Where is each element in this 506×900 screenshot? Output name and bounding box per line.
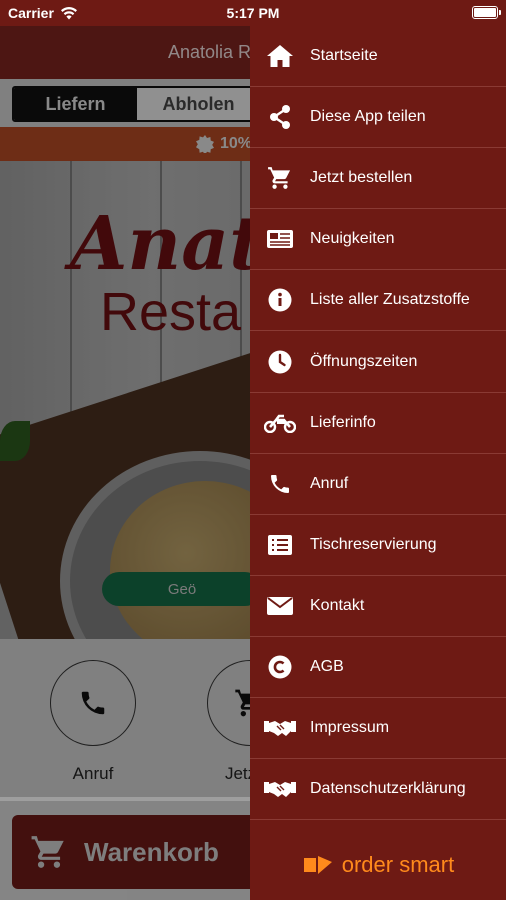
list-icon: [268, 534, 292, 555]
order-smart-text: order smart: [341, 852, 455, 877]
menu-item-order-now[interactable]: Jetzt bestellen: [250, 148, 506, 210]
home-icon: [267, 45, 293, 68]
clock: 5:17 PM: [226, 5, 280, 21]
copyright-icon: [268, 655, 292, 679]
status-bar: Carrier 5:17 PM: [0, 0, 506, 26]
menu-item-label: Diese App teilen: [310, 108, 426, 126]
menu-item-privacy[interactable]: Datenschutzerklärung: [250, 759, 506, 821]
news-icon: [267, 230, 293, 249]
menu-item-share[interactable]: Diese App teilen: [250, 87, 506, 149]
side-drawer: Startseite Diese App teilen Jetzt bestel…: [250, 26, 506, 900]
menu-item-label: Datenschutzerklärung: [310, 780, 466, 798]
motorbike-icon: [264, 414, 296, 433]
menu-item-label: Startseite: [310, 47, 378, 65]
menu-item-home[interactable]: Startseite: [250, 26, 506, 88]
menu-item-imprint[interactable]: Impressum: [250, 698, 506, 760]
menu-item-contact[interactable]: Kontakt: [250, 576, 506, 637]
menu-item-label: AGB: [310, 657, 344, 675]
menu-item-call[interactable]: Anruf: [250, 454, 506, 515]
menu-item-label: Lieferinfo: [310, 413, 376, 431]
menu-item-label: Anruf: [310, 474, 349, 492]
menu-item-label: Tischreservierung: [310, 535, 437, 553]
menu-item-label: Impressum: [310, 719, 390, 737]
menu-item-label: Liste aller Zusatzstoffe: [310, 291, 470, 309]
battery-icon: [472, 6, 501, 19]
menu-item-terms[interactable]: AGB: [250, 637, 506, 699]
cart-icon: [268, 167, 291, 190]
menu-item-delivery-info[interactable]: Lieferinfo: [250, 393, 506, 454]
clock-icon: [268, 350, 292, 374]
phone-icon: [271, 474, 289, 493]
order-smart-logo[interactable]: order smart: [250, 852, 506, 878]
menu-item-label: Öffnungszeiten: [310, 352, 418, 370]
info-icon: [268, 288, 292, 312]
share-icon: [270, 105, 290, 130]
menu-item-opening-hours[interactable]: Öffnungszeiten: [250, 331, 506, 393]
menu-item-label: Jetzt bestellen: [310, 169, 413, 187]
menu-item-news[interactable]: Neuigkeiten: [250, 209, 506, 271]
handshake-icon: [264, 721, 296, 737]
menu-item-label: Kontakt: [310, 596, 365, 614]
mail-icon: [267, 596, 293, 615]
menu-item-additives[interactable]: Liste aller Zusatzstoffe: [250, 270, 506, 332]
handshake-icon: [264, 782, 296, 798]
menu-item-table-reservation[interactable]: Tischreservierung: [250, 515, 506, 576]
order-smart-icon: [303, 856, 332, 874]
menu-item-label: Neuigkeiten: [310, 230, 395, 248]
